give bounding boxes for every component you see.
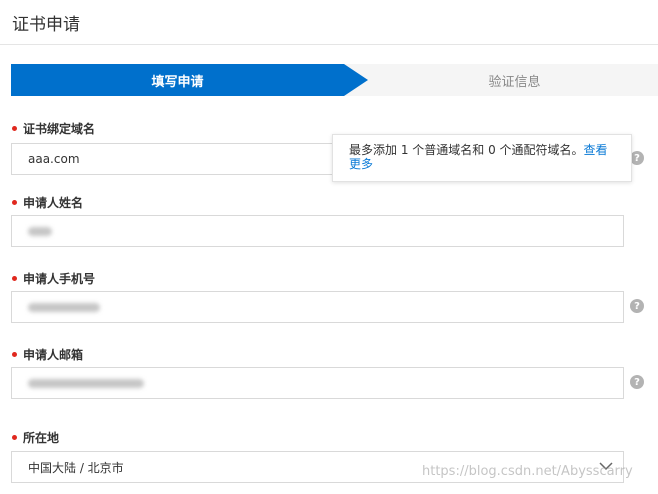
location-value: 中国大陆 / 北京市: [28, 460, 124, 475]
domain-help-icon[interactable]: ?: [630, 151, 644, 165]
help-glyph: ?: [634, 376, 640, 388]
location-label-text: 所在地: [23, 431, 60, 445]
required-dot: [12, 276, 17, 281]
phone-help-icon[interactable]: ?: [630, 299, 644, 313]
help-glyph: ?: [634, 300, 640, 312]
name-input[interactable]: [11, 215, 624, 247]
step-verify-info[interactable]: 验证信息: [371, 64, 658, 96]
domain-tooltip: 最多添加 1 个普通域名和 0 个通配符域名。查看更多: [332, 134, 632, 182]
required-dot: [12, 352, 17, 357]
step-arrow: [344, 64, 368, 96]
help-glyph: ?: [634, 152, 640, 164]
page-title: 证书申请: [12, 15, 80, 35]
email-input[interactable]: [11, 367, 624, 399]
phone-input[interactable]: [11, 291, 624, 323]
tooltip-text: 最多添加 1 个普通域名和 0 个通配符域名。: [349, 143, 584, 157]
step-fill-application[interactable]: 填写申请: [11, 64, 344, 96]
required-dot: [12, 126, 17, 131]
blurred-email-value: [28, 378, 144, 388]
required-dot: [12, 200, 17, 205]
location-label: 所在地: [12, 429, 59, 446]
phone-label-text: 申请人手机号: [23, 272, 96, 286]
email-label: 申请人邮箱: [12, 346, 83, 363]
domain-label: 证书绑定域名: [12, 120, 95, 137]
domain-value: aaa.com: [28, 152, 80, 166]
blurred-phone-value: [28, 302, 100, 312]
domain-label-text: 证书绑定域名: [23, 122, 96, 136]
email-help-icon[interactable]: ?: [630, 375, 644, 389]
blurred-name-value: [28, 226, 52, 236]
phone-label: 申请人手机号: [12, 270, 95, 287]
name-label: 申请人姓名: [12, 194, 83, 211]
required-dot: [12, 435, 17, 440]
watermark: https://blog.csdn.net/Abysscarry: [422, 464, 633, 479]
title-divider: [0, 44, 658, 45]
step-bar: 填写申请 验证信息: [11, 64, 658, 96]
email-label-text: 申请人邮箱: [23, 348, 84, 362]
name-label-text: 申请人姓名: [23, 196, 84, 210]
